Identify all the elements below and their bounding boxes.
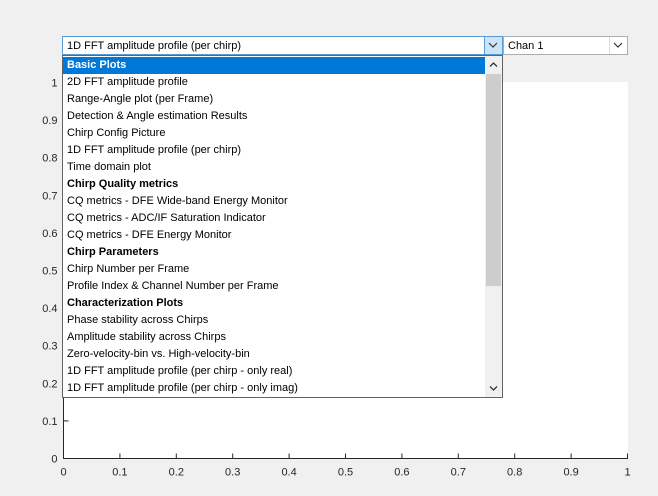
y-tick-label: 0.2 [42, 378, 57, 390]
x-tick-label: 0.5 [338, 467, 353, 479]
y-tick-label: 0.7 [42, 190, 57, 202]
x-tick-label: 0.2 [169, 467, 184, 479]
dropdown-option[interactable]: Range-Angle plot (per Frame) [63, 91, 485, 108]
x-tick-label: 0.8 [507, 467, 522, 479]
x-tick-label: 0.9 [563, 467, 578, 479]
y-tick-label: 0.8 [42, 153, 57, 165]
x-tick-label: 0.4 [281, 467, 296, 479]
x-tick-label: 1 [624, 467, 630, 479]
chevron-down-icon [489, 386, 498, 391]
channel-select[interactable]: Chan 1 [503, 36, 628, 55]
plot-type-dropdown-button[interactable] [484, 37, 502, 54]
y-tick-label: 0 [51, 454, 57, 466]
y-tick-label: 0.1 [42, 416, 57, 428]
x-tick-label: 0.1 [112, 467, 127, 479]
dropdown-option[interactable]: 1D FFT amplitude profile (per chirp - on… [63, 363, 485, 380]
dropdown-option[interactable]: 1D FFT amplitude profile (per chirp - on… [63, 380, 485, 397]
dropdown-option[interactable]: Amplitude stability across Chirps [63, 329, 485, 346]
plot-type-value: 1D FFT amplitude profile (per chirp) [67, 40, 242, 52]
dropdown-option[interactable]: Zero-velocity-bin vs. High-velocity-bin [63, 346, 485, 363]
dropdown-group-header[interactable]: Chirp Parameters [63, 244, 485, 261]
dropdown-option[interactable]: Phase stability across Chirps [63, 312, 485, 329]
dropdown-option[interactable]: Detection & Angle estimation Results [63, 108, 485, 125]
x-tick-label: 0.6 [394, 467, 409, 479]
y-tick-label: 0.9 [42, 115, 57, 127]
x-tick-label: 0.3 [225, 467, 240, 479]
channel-value: Chan 1 [508, 40, 544, 52]
dropdown-option[interactable]: CQ metrics - DFE Wide-band Energy Monito… [63, 193, 485, 210]
dropdown-option[interactable]: 1D FFT amplitude profile (per chirp) [63, 142, 485, 159]
dropdown-option[interactable]: Profile Index & Channel Number per Frame [63, 278, 485, 295]
dropdown-option[interactable]: 2D FFT amplitude profile [63, 74, 485, 91]
y-tick-label: 0.3 [42, 341, 57, 353]
dropdown-option[interactable]: Chirp Config Picture [63, 125, 485, 142]
y-tick-label: 1 [51, 78, 57, 90]
chevron-down-icon [488, 42, 498, 48]
plot-type-dropdown-list[interactable]: Basic Plots 2D FFT amplitude profile Range… [62, 55, 503, 398]
scroll-up-button[interactable] [485, 56, 502, 73]
y-tick-label: 0.6 [42, 228, 57, 240]
dropdown-group-header[interactable]: Basic Plots [63, 57, 485, 74]
dropdown-group-header[interactable]: Chirp Quality metrics [63, 176, 485, 193]
scrollbar-thumb[interactable] [486, 74, 501, 286]
dropdown-option[interactable]: Chirp Number per Frame [63, 261, 485, 278]
dropdown-group-header[interactable]: Characterization Plots [63, 295, 485, 312]
x-tick-label: 0 [60, 467, 66, 479]
dropdown-scrollbar[interactable] [485, 56, 502, 397]
chevron-up-icon [489, 62, 498, 67]
y-tick-label: 0.4 [42, 303, 57, 315]
dropdown-option[interactable]: CQ metrics - DFE Energy Monitor [63, 227, 485, 244]
dropdown-option[interactable]: Time domain plot [63, 159, 485, 176]
plot-type-select[interactable]: 1D FFT amplitude profile (per chirp) [62, 36, 503, 55]
y-tick-label: 0.5 [42, 266, 57, 278]
scroll-down-button[interactable] [485, 380, 502, 397]
channel-dropdown-button[interactable] [609, 37, 627, 54]
dropdown-option[interactable]: CQ metrics - ADC/IF Saturation Indicator [63, 210, 485, 227]
x-tick-label: 0.7 [451, 467, 466, 479]
chevron-down-icon [613, 42, 623, 48]
